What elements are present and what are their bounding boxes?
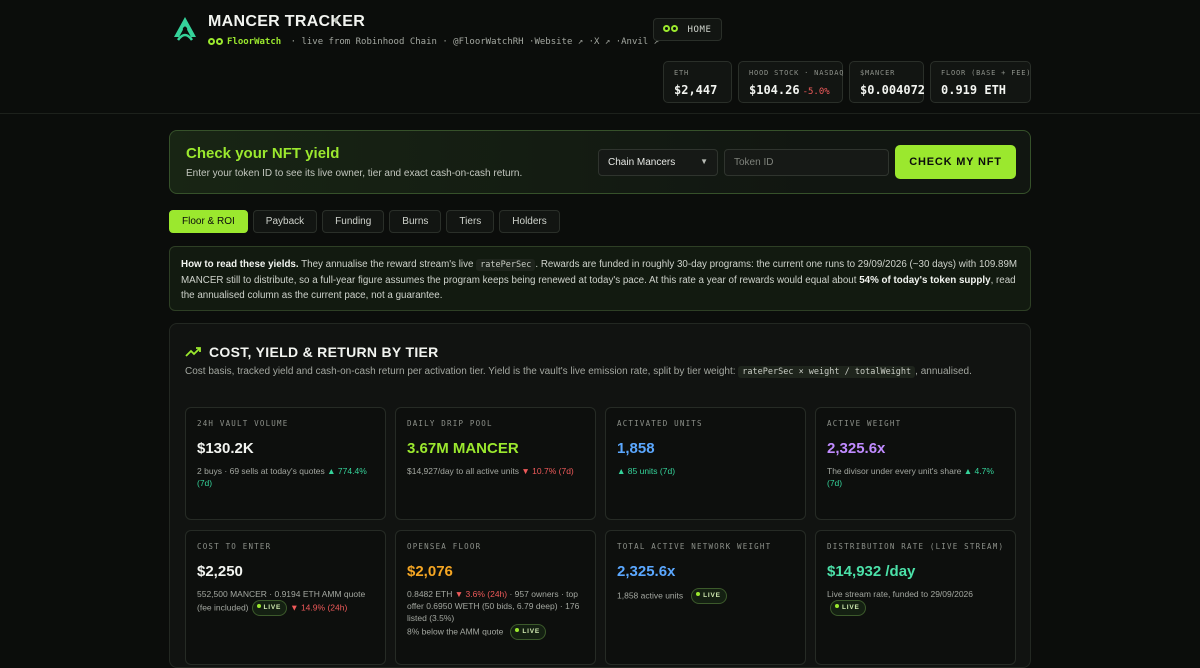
rate-code: ratePerSec xyxy=(476,259,536,271)
tab-burns[interactable]: Burns xyxy=(389,210,442,233)
card-value: $130.2K xyxy=(197,440,254,457)
yield-explainer-note: How to read these yields. They annualise… xyxy=(169,246,1031,311)
stat-label: HOOD STOCK · NASDAQ xyxy=(749,69,845,77)
checker-title: Check your NFT yield xyxy=(186,145,340,162)
card-value: $2,076 xyxy=(407,563,453,580)
note-lead: How to read these yields. xyxy=(181,259,299,270)
card-sub: 0.8482 ETH ▼ 3.6% (24h) · 957 owners · t… xyxy=(407,588,584,640)
checker-subtitle: Enter your token ID to see its live owne… xyxy=(186,168,523,179)
card-value: $14,932 /day xyxy=(827,563,916,580)
live-badge: LIVE xyxy=(691,588,727,604)
card-label: DAILY DRIP POOL xyxy=(407,419,493,428)
card-value: 3.67M MANCER xyxy=(407,440,519,457)
tab-bar: Floor & ROI Payback Funding Burns Tiers … xyxy=(169,210,560,233)
stat-label: FLOOR (BASE + FEE) xyxy=(941,69,1032,77)
stat-value: $104.26 -5.0% xyxy=(749,83,830,97)
live-badge: LIVE xyxy=(510,624,547,640)
card-label: ACTIVATED UNITS xyxy=(617,419,703,428)
floorwatch-handle[interactable]: FloorWatch xyxy=(227,37,281,47)
eyes-icon xyxy=(208,38,224,48)
mancer-logo-icon[interactable] xyxy=(172,15,198,43)
panel-description: Cost basis, tracked yield and cash-on-ca… xyxy=(185,366,972,378)
header-links[interactable]: · live from Robinhood Chain · @FloorWatc… xyxy=(291,37,659,47)
card-sub: 2 buys · 69 sells at today's quotes ▲ 77… xyxy=(197,466,367,488)
home-label: HOME xyxy=(687,24,712,35)
home-button[interactable]: HOME xyxy=(653,18,722,41)
trending-up-icon xyxy=(185,347,201,357)
card-value: 1,858 xyxy=(617,440,655,457)
collection-value: Chain Mancers xyxy=(608,157,676,168)
panel-title: COST, YIELD & RETURN BY TIER xyxy=(185,344,439,360)
stat-value: $2,447 xyxy=(674,83,718,97)
card-distribution-rate: DISTRIBUTION RATE (LIVE STREAM) $14,932 … xyxy=(815,530,1016,665)
tab-payback[interactable]: Payback xyxy=(252,210,318,233)
card-label: ACTIVE WEIGHT xyxy=(827,419,902,428)
top-header: MANCER TRACKER ▼ FloorWatch · live from … xyxy=(0,0,1200,114)
card-value: 2,325.6x xyxy=(617,563,676,580)
card-sub: Live stream rate, funded to 29/09/2026 LI… xyxy=(827,588,1004,616)
card-sub: ▲ 85 units (7d) xyxy=(617,466,676,476)
brand-title[interactable]: MANCER TRACKER xyxy=(208,13,365,31)
card-label: TOTAL ACTIVE NETWORK WEIGHT xyxy=(617,542,772,551)
card-value: $2,250 xyxy=(197,563,243,580)
chevron-down-icon: ▼ xyxy=(700,157,708,166)
card-opensea-floor: OPENSEA FLOOR $2,076 0.8482 ETH ▼ 3.6% (… xyxy=(395,530,596,665)
collection-select[interactable]: Chain Mancers ▼ xyxy=(598,149,718,176)
cost-yield-panel: COST, YIELD & RETURN BY TIER Cost basis,… xyxy=(169,323,1031,668)
card-label: OPENSEA FLOOR xyxy=(407,542,482,551)
card-activated-units: ACTIVATED UNITS 1,858 ▲ 85 units (7d) xyxy=(605,407,806,520)
card-label: DISTRIBUTION RATE (LIVE STREAM) xyxy=(827,542,1005,551)
stat-hood: HOOD STOCK · NASDAQ $104.26 -5.0% xyxy=(738,61,843,103)
stat-label: ETH xyxy=(674,69,690,77)
stat-value: 0.919 ETH xyxy=(941,83,1007,97)
check-my-nft-button[interactable]: CHECK MY NFT xyxy=(895,145,1016,179)
token-id-input[interactable] xyxy=(724,149,889,176)
chevron-down-icon[interactable]: ▼ xyxy=(331,16,341,27)
stat-label: $MANCER xyxy=(860,69,896,77)
tab-floor-roi[interactable]: Floor & ROI xyxy=(169,210,248,233)
card-label: 24H VAULT VOLUME xyxy=(197,419,289,428)
stat-value: $0.004072 xyxy=(860,83,926,97)
live-badge: LIVE xyxy=(830,600,866,616)
stat-change: -5.0% xyxy=(802,87,830,97)
eyes-icon xyxy=(663,24,679,35)
card-network-weight: TOTAL ACTIVE NETWORK WEIGHT 2,325.6x 1,8… xyxy=(605,530,806,665)
card-label: COST TO ENTER xyxy=(197,542,272,551)
card-vault-volume: 24H VAULT VOLUME $130.2K 2 buys · 69 sel… xyxy=(185,407,386,520)
stat-eth: ETH $2,447 xyxy=(663,61,732,103)
nft-yield-checker: Check your NFT yield Enter your token ID… xyxy=(169,130,1031,194)
header-subline: FloorWatch · live from Robinhood Chain ·… xyxy=(208,37,659,48)
card-daily-drip: DAILY DRIP POOL 3.67M MANCER $14,927/day… xyxy=(395,407,596,520)
tab-funding[interactable]: Funding xyxy=(322,210,385,233)
stat-mancer: $MANCER $0.004072 xyxy=(849,61,926,103)
supply-share: 54% of today's token supply xyxy=(859,275,991,286)
card-sub: The divisor under every unit's share ▲ 4… xyxy=(827,466,994,488)
live-badge: LIVE xyxy=(251,600,288,616)
card-active-weight: ACTIVE WEIGHT 2,325.6x The divisor under… xyxy=(815,407,1016,520)
card-value: 2,325.6x xyxy=(827,440,886,457)
tab-tiers[interactable]: Tiers xyxy=(446,210,495,233)
weight-formula: ratePerSec × weight / totalWeight xyxy=(738,366,916,378)
stat-floor: FLOOR (BASE + FEE) 0.919 ETH xyxy=(930,61,1031,103)
tab-holders[interactable]: Holders xyxy=(499,210,560,233)
card-sub: $14,927/day to all active units ▼ 10.7% … xyxy=(407,466,574,476)
card-sub: 552,500 MANCER · 0.9194 ETH AMM quote (f… xyxy=(197,588,374,616)
card-sub: 1,858 active units LIVE xyxy=(617,588,794,604)
card-cost-to-enter: COST TO ENTER $2,250 552,500 MANCER · 0.… xyxy=(185,530,386,665)
